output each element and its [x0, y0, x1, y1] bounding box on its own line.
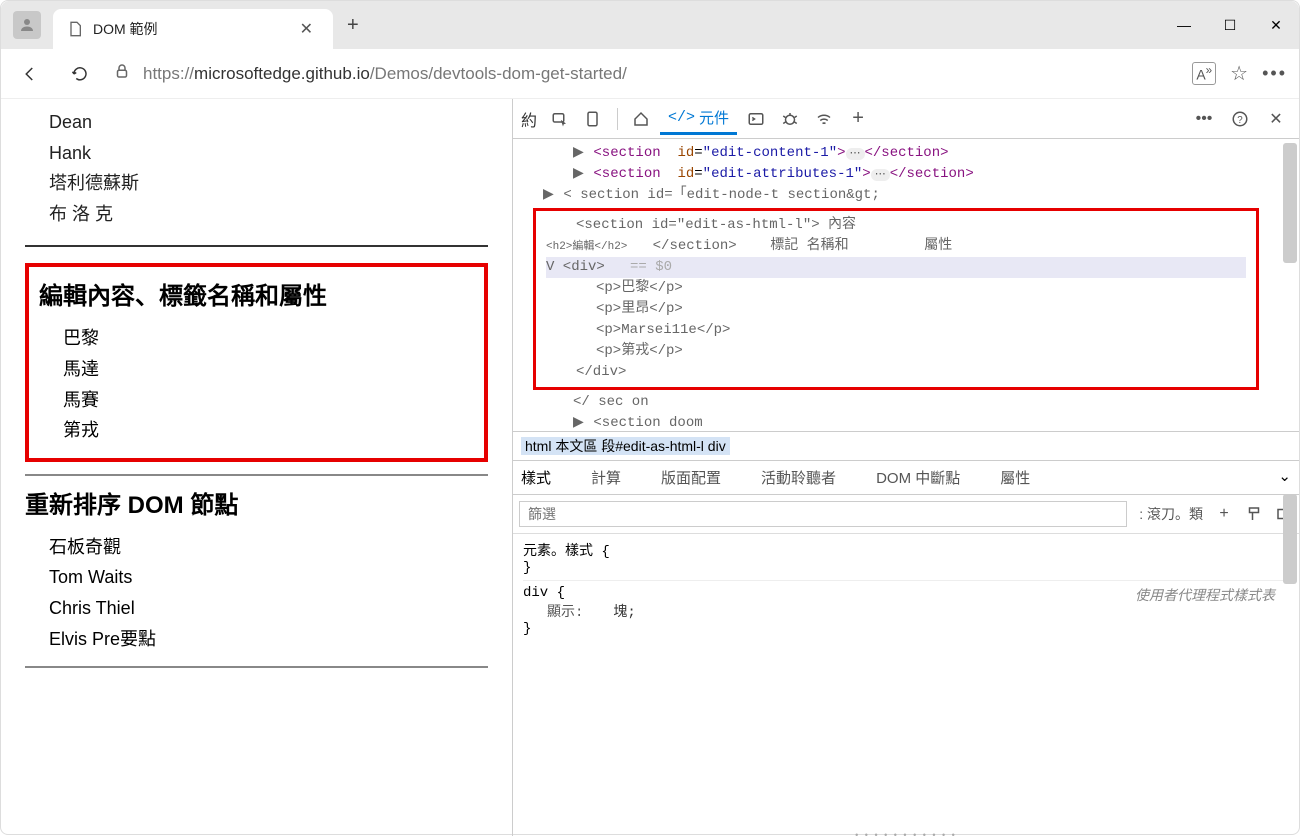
scrollbar[interactable] [1283, 494, 1297, 584]
ua-stylesheet-label: 使用者代理程式樣式表 [1135, 585, 1275, 605]
minimize-button[interactable]: — [1161, 3, 1207, 47]
filter-bar: : 滾刀。類 + [513, 495, 1299, 534]
breadcrumb[interactable]: html 本文區 段#edit-as-html-l div [513, 431, 1299, 460]
list-item: 塔利德蘇斯 [49, 168, 488, 199]
divider [25, 245, 488, 247]
list-item: Chris Thiel [49, 593, 488, 624]
browser-tab[interactable]: DOM 範例 ✕ [53, 9, 333, 49]
subtab-properties[interactable]: 屬性 [1000, 467, 1030, 488]
url-field[interactable]: https://microsoftedge.github.io/Demos/de… [113, 62, 1176, 85]
close-devtools-icon[interactable]: ✕ [1261, 104, 1291, 134]
maximize-button[interactable]: ☐ [1207, 3, 1253, 47]
list-item: Dean [49, 107, 488, 138]
selected-node[interactable]: V <div> == $0 [546, 257, 1246, 278]
brush-icon[interactable] [1239, 505, 1269, 523]
scrollbar[interactable] [1283, 143, 1297, 263]
page-icon [67, 21, 83, 37]
list-item: Elvis Pre要點 [49, 624, 488, 655]
list-item: 布 洛 克 [49, 199, 488, 230]
profile-button[interactable] [13, 11, 41, 39]
read-aloud-button[interactable]: A» [1192, 62, 1216, 85]
subtab-listeners[interactable]: 活動聆聽者 [761, 467, 836, 488]
highlighted-tree-region: <section id="edit-as-html-l"> 內容 <h2>編輯<… [533, 208, 1259, 390]
list-item: 馬達 [63, 354, 474, 385]
styles-pane[interactable]: 元素。樣式 { } div { 使用者代理程式樣式表 顯示:塊; } [513, 534, 1299, 830]
toolbar-label: 約 [521, 107, 537, 131]
back-button[interactable] [13, 57, 47, 91]
devtools-toolbar: 約 </> 元件 + ••• ? ✕ [513, 99, 1299, 139]
person-icon [18, 16, 36, 34]
subtab-layout[interactable]: 版面配置 [661, 467, 721, 488]
highlighted-section: 編輯內容、標籤名稱和屬性 巴黎 馬達 馬賽 第戎 [25, 263, 488, 461]
help-icon[interactable]: ? [1225, 104, 1255, 134]
tab-close-button[interactable]: ✕ [294, 17, 319, 41]
list-item: Tom Waits [49, 562, 488, 593]
subtab-computed[interactable]: 計算 [591, 467, 621, 488]
resize-handle[interactable]: • • • • • • • • • • • [513, 830, 1299, 836]
svg-text:?: ? [1237, 114, 1243, 125]
lock-icon [113, 62, 131, 85]
tab-elements[interactable]: </> 元件 [660, 103, 737, 135]
window-titlebar: DOM 範例 ✕ + — ☐ ✕ [1, 1, 1299, 49]
refresh-button[interactable] [63, 57, 97, 91]
list-item: Hank [49, 138, 488, 169]
page-content: Dean Hank 塔利德蘇斯 布 洛 克 編輯內容、標籤名稱和屬性 巴黎 馬達… [1, 99, 513, 836]
close-window-button[interactable]: ✕ [1253, 3, 1299, 47]
styles-subtabs: 樣式 計算 版面配置 活動聆聽者 DOM 中斷點 屬性 ⌄ [513, 460, 1299, 495]
divider [25, 666, 488, 668]
bug-icon[interactable] [775, 104, 805, 134]
elements-tree[interactable]: ⋯ ▶ <section id="edit-content-1">⋯</sect… [513, 139, 1299, 431]
more-button[interactable]: ••• [1262, 63, 1287, 84]
inspect-icon[interactable] [545, 104, 575, 134]
hov-button[interactable]: : 滾刀。類 [1133, 504, 1209, 524]
tab-title: DOM 範例 [93, 19, 284, 39]
devtools-panel: 約 </> 元件 + ••• ? ✕ ⋯ ▶ <section id="edit… [513, 99, 1299, 836]
filter-input[interactable] [519, 501, 1127, 527]
add-tab-icon[interactable]: + [843, 104, 873, 134]
subtab-styles[interactable]: 樣式 [521, 467, 551, 488]
section-heading: 編輯內容、標籤名稱和屬性 [39, 279, 474, 315]
section-heading: 重新排序 DOM 節點 [25, 488, 488, 524]
welcome-icon[interactable] [626, 104, 656, 134]
divider [25, 474, 488, 476]
list-item: 巴黎 [63, 323, 474, 354]
new-tab-button[interactable]: + [347, 14, 359, 37]
favorite-button[interactable]: ☆ [1230, 61, 1248, 86]
list-item: 第戎 [63, 415, 474, 446]
subtab-dom-breakpoints[interactable]: DOM 中斷點 [876, 467, 960, 488]
list-item: 石板奇觀 [49, 532, 488, 563]
device-icon[interactable] [579, 104, 609, 134]
new-style-button[interactable]: + [1209, 505, 1239, 523]
address-bar: https://microsoftedge.github.io/Demos/de… [1, 49, 1299, 99]
console-icon[interactable] [741, 104, 771, 134]
chevron-down-icon[interactable]: ⌄ [1278, 467, 1291, 488]
network-icon[interactable] [809, 104, 839, 134]
more-icon[interactable]: ••• [1189, 104, 1219, 134]
list-item: 馬賽 [63, 385, 474, 416]
url-text: https://microsoftedge.github.io/Demos/de… [143, 64, 627, 84]
